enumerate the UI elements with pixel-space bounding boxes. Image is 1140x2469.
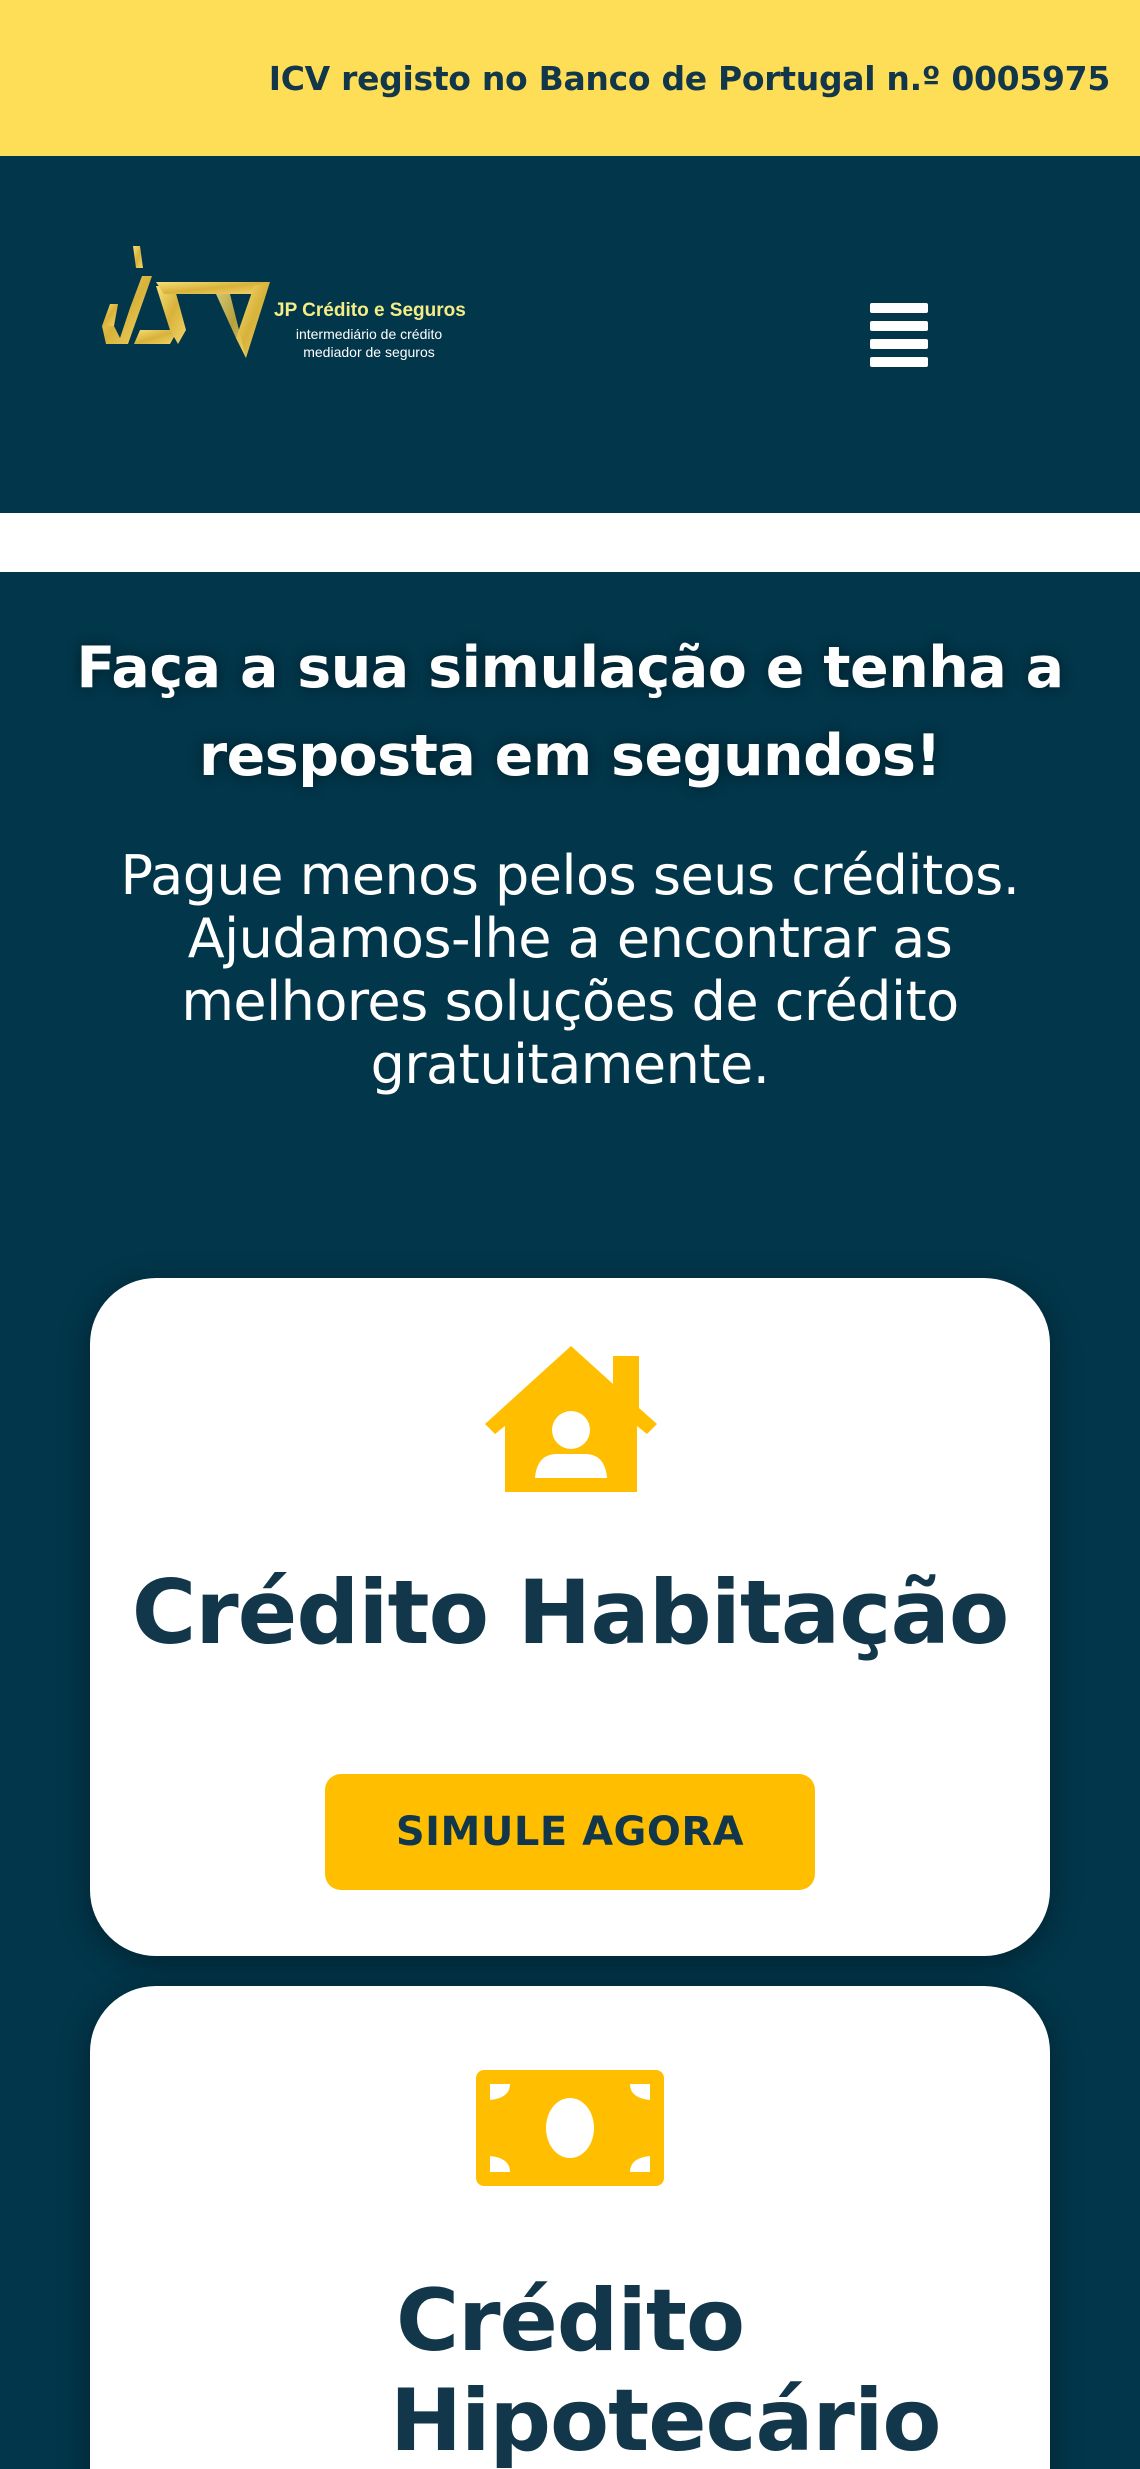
menu-bar — [870, 321, 928, 331]
logo-subtitle: intermediário de crédito mediador de seg… — [274, 325, 464, 361]
hero-subtitle: Pague menos pelos seus créditos. Ajudamo… — [120, 844, 1020, 1096]
card-credito-habitacao[interactable]: Crédito Habitação SIMULE AGORA — [90, 1278, 1050, 1956]
divider-strip — [0, 513, 1140, 572]
house-user-icon — [485, 1346, 657, 1492]
registration-notice: ICV registo no Banco de Portugal n.º 000… — [268, 58, 1111, 98]
menu-bar — [870, 303, 928, 313]
menu-bar — [870, 357, 928, 367]
site-logo[interactable]: JP Crédito e Seguros intermediário de cr… — [98, 246, 478, 426]
logo-line-credit: intermediário de crédito — [295, 326, 443, 342]
site-header: JP Crédito e Seguros intermediário de cr… — [0, 156, 1140, 513]
logo-line-insurance: mediador de seguros — [303, 344, 435, 360]
hamburger-icon[interactable] — [866, 301, 932, 369]
card-title: Crédito Habitação — [131, 1561, 1010, 1664]
jp-monogram-icon — [102, 246, 270, 358]
money-bill-icon — [476, 2070, 664, 2186]
menu-bar — [870, 339, 928, 349]
hero-title: Faça a sua simulação e tenha a resposta … — [76, 635, 1064, 789]
simule-agora-button[interactable]: SIMULE AGORA — [325, 1774, 815, 1890]
logo-title: JP Crédito e Seguros — [274, 300, 466, 321]
card-credito-hipotecario[interactable]: Crédito Hipotecário — [90, 1986, 1050, 2469]
top-notice-bar: ICV registo no Banco de Portugal n.º 000… — [0, 0, 1140, 156]
card-title: Crédito Hipotecário — [390, 2271, 942, 2469]
